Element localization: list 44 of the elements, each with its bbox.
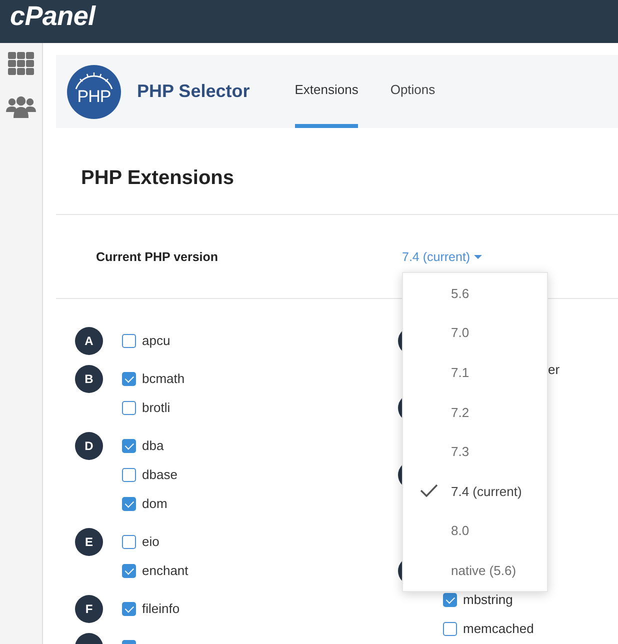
app-title: PHP Selector [137, 81, 250, 102]
checkbox[interactable] [122, 400, 136, 414]
checkbox[interactable] [443, 592, 457, 606]
tab[interactable]: Options [390, 55, 436, 128]
users-icon[interactable] [6, 96, 36, 118]
extension-label: memcached [463, 621, 534, 636]
check-icon [420, 484, 438, 498]
extension-label: dbase [142, 467, 178, 482]
grid-icon[interactable] [8, 52, 34, 75]
tab[interactable]: Extensions [294, 55, 358, 128]
version-option[interactable]: 7.1 [403, 352, 547, 392]
checkbox[interactable] [122, 602, 136, 616]
php-logo: PHP [67, 64, 121, 118]
checkbox[interactable] [122, 564, 136, 578]
extension-label: dom [142, 496, 168, 511]
checkbox[interactable] [122, 334, 136, 348]
caret-icon [474, 254, 482, 258]
extension-label: brotli [142, 400, 170, 415]
extension-label: apcu [142, 333, 170, 348]
page-title: PHP Extensions [81, 166, 234, 190]
extension-label: er [548, 362, 560, 377]
extension-label: eio [142, 534, 160, 549]
version-label: Current PHP version [96, 250, 218, 264]
extension-label: dba [142, 438, 164, 453]
extension-label: fileinfo [142, 601, 180, 616]
letter-badge: A [75, 326, 103, 354]
letter-badge: F [75, 594, 103, 622]
version-dropdown[interactable]: 7.4 (current) [402, 248, 482, 264]
checkbox[interactable] [443, 622, 457, 636]
checkbox[interactable] [122, 496, 136, 510]
version-option[interactable]: 5.6 [403, 274, 547, 314]
letter-badge: E [75, 528, 103, 556]
letter-badge: D [75, 432, 103, 460]
checkbox[interactable] [122, 438, 136, 452]
version-option[interactable]: 7.3 [403, 432, 547, 472]
letter-badge: B [75, 364, 103, 392]
checkbox[interactable] [122, 468, 136, 482]
extension-label: enchant [142, 563, 188, 578]
extension-label: bcmath [142, 371, 185, 386]
cpanel-logo[interactable]: cPanel [10, 3, 96, 30]
extension-label: mbstring [463, 592, 513, 607]
checkbox[interactable] [122, 534, 136, 548]
checkbox[interactable] [122, 372, 136, 386]
version-option[interactable]: 8.0 [403, 511, 547, 551]
